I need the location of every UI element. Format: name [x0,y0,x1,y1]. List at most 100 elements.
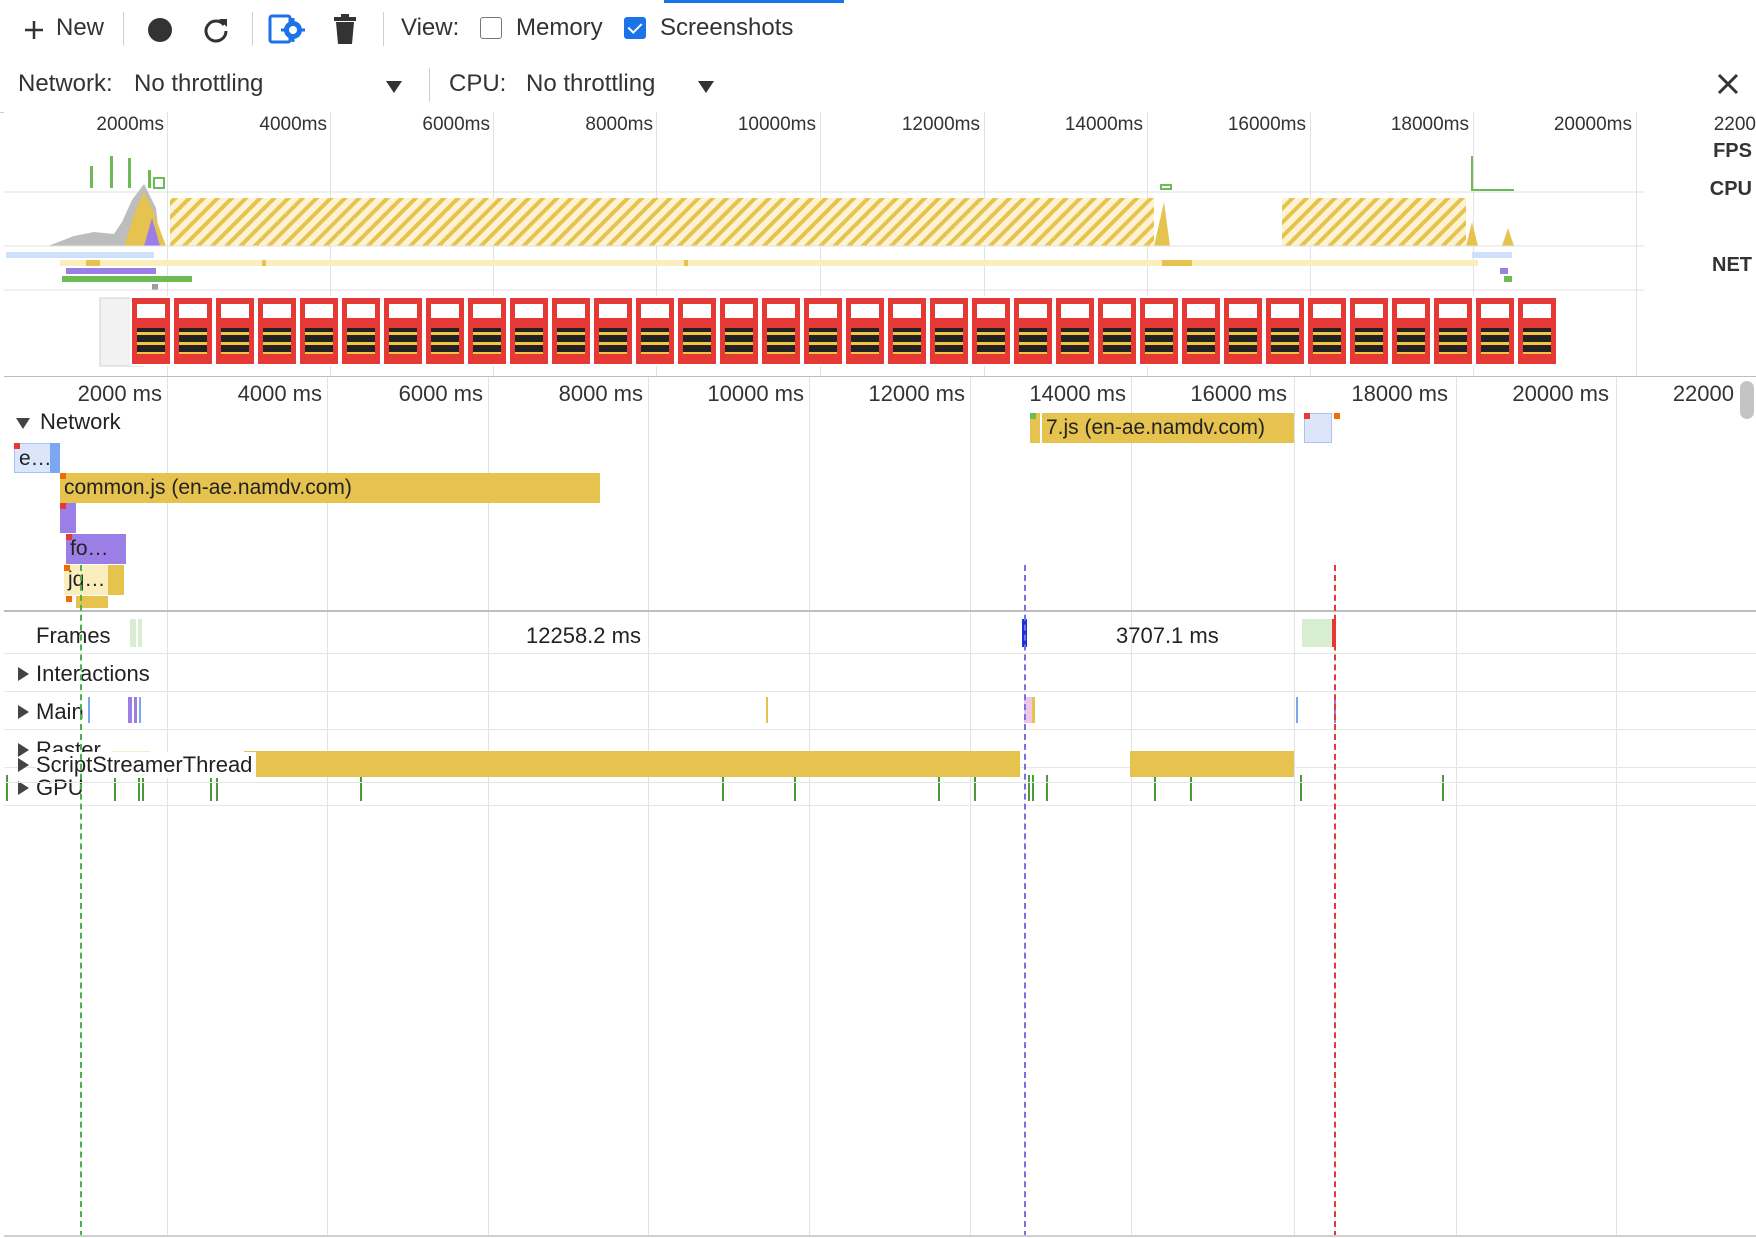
memory-checkbox[interactable] [480,17,502,39]
request-priority-marker [60,473,66,479]
main-track-header[interactable]: Main [16,699,96,725]
screenshot-thumbnail[interactable] [760,296,802,366]
dom-content-loaded-marker[interactable] [1024,565,1026,1237]
toolbar-divider [252,12,253,46]
network-throttle-select[interactable]: No throttling [134,58,410,112]
screenshot-thumbnail[interactable] [508,296,550,366]
main-task[interactable] [134,697,137,723]
main-task[interactable] [1296,697,1298,723]
screenshot-thumbnail[interactable] [1348,296,1390,366]
new-recording-button[interactable]: New [22,12,116,46]
timeline-overview[interactable]: 2000ms 4000ms 6000ms 8000ms 10000ms 1200… [4,112,1756,378]
frame-block[interactable] [1302,619,1334,647]
screenshot-thumbnail[interactable] [466,296,508,366]
request-priority-marker [66,534,72,540]
screenshot-thumbnail[interactable] [256,296,298,366]
screenshot-thumbnail[interactable] [802,296,844,366]
screenshot-thumbnail[interactable] [214,296,256,366]
screenshot-thumbnail[interactable] [1096,296,1138,366]
interactions-track-header[interactable]: Interactions [16,661,176,687]
network-request-fo[interactable]: fo… [66,534,126,564]
flame-tick: 18000 ms [1351,381,1448,406]
screenshot-thumbnail[interactable] [172,296,214,366]
screenshot-thumbnail[interactable] [340,296,382,366]
request-priority-marker [60,503,66,509]
network-request-jq[interactable]: jq… [64,565,124,595]
trash-icon[interactable] [334,14,356,44]
screenshot-thumbnail[interactable] [1012,296,1054,366]
main-task[interactable] [128,697,132,723]
screenshot-thumbnail[interactable] [928,296,970,366]
memory-label[interactable]: Memory [516,14,603,42]
network-request-7-js[interactable]: 7.js (en-ae.namdv.com) [1042,413,1294,443]
screenshot-thumbnail[interactable] [130,296,172,366]
gpu-task[interactable] [1046,775,1048,801]
cpu-label: CPU [1709,178,1752,200]
screenshot-thumbnail[interactable] [1264,296,1306,366]
vertical-scrollbar[interactable] [1740,381,1754,419]
screenshot-thumbnail[interactable] [1474,296,1516,366]
screenshot-thumbnail[interactable] [1516,296,1558,366]
record-icon[interactable] [147,17,173,43]
screenshot-thumbnail[interactable] [1306,296,1348,366]
flame-chart[interactable]: 2000 ms 4000 ms 6000 ms 8000 ms 10000 ms… [4,377,1756,1237]
reload-icon[interactable] [202,16,230,44]
flame-grid-line [1131,377,1132,1237]
frame-duration-label[interactable]: 12258.2 ms [526,623,641,649]
gpu-task[interactable] [360,775,362,801]
close-icon[interactable] [1717,73,1739,95]
screenshots-checkbox[interactable] [624,17,646,39]
screenshot-thumbnail[interactable] [1222,296,1264,366]
flame-tick: 22000 [1672,381,1734,406]
screenshot-thumbnail[interactable] [886,296,928,366]
frame-block[interactable] [138,619,142,647]
gpu-task[interactable] [6,775,8,801]
main-task[interactable] [1032,697,1035,723]
screenshot-thumbnail[interactable] [718,296,760,366]
bottom-border [4,1235,1756,1237]
gpu-task[interactable] [1442,775,1444,801]
screenshot-thumbnail[interactable] [550,296,592,366]
screenshot-thumbnail[interactable] [1138,296,1180,366]
screenshot-thumbnail[interactable] [634,296,676,366]
gpu-task[interactable] [974,775,976,801]
gpu-task[interactable] [1190,775,1192,801]
screenshots-label[interactable]: Screenshots [660,14,793,42]
network-request-common-js[interactable]: common.js (en-ae.namdv.com) [60,473,600,503]
screenshot-thumbnail[interactable] [1180,296,1222,366]
gpu-task[interactable] [1300,775,1302,801]
screenshot-thumbnail[interactable] [844,296,886,366]
gpu-task[interactable] [794,775,796,801]
main-task[interactable] [139,697,141,723]
cpu-throttle-select[interactable]: No throttling [526,58,726,112]
script-streamer-track-header[interactable]: ScriptStreamerThread [16,751,257,779]
request-priority-marker [1030,413,1036,419]
gpu-task[interactable] [1154,775,1156,801]
gpu-task[interactable] [938,775,940,801]
screenshot-thumbnail[interactable] [676,296,718,366]
view-label: View: [401,14,460,41]
gpu-task[interactable] [1032,775,1034,801]
frame-duration-label[interactable]: 3707.1 ms [1116,623,1219,649]
main-track-label: Main [36,699,84,724]
gpu-task[interactable] [722,775,724,801]
screenshot-thumbnail[interactable] [1432,296,1474,366]
screenshot-thumbnail[interactable] [298,296,340,366]
screenshot-thumbnail[interactable] [1054,296,1096,366]
main-task[interactable] [88,697,90,723]
screenshot-thumbnail[interactable] [970,296,1012,366]
screenshot-thumbnail[interactable] [424,296,466,366]
screenshot-thumbnail[interactable] [382,296,424,366]
script-streamer-task[interactable] [244,751,1020,777]
screenshot-thumbnail[interactable] [592,296,634,366]
screenshot-thumbnail[interactable] [1390,296,1432,366]
main-task[interactable] [766,697,768,723]
load-event-marker[interactable] [1334,565,1336,1237]
network-track-header[interactable]: Network [14,409,154,435]
first-paint-marker[interactable] [80,565,82,1237]
script-streamer-task[interactable] [1130,751,1294,777]
chevron-down-icon [386,81,402,93]
frame-block[interactable] [130,619,136,647]
gpu-task[interactable] [1028,775,1030,801]
capture-settings-icon[interactable] [268,14,308,46]
